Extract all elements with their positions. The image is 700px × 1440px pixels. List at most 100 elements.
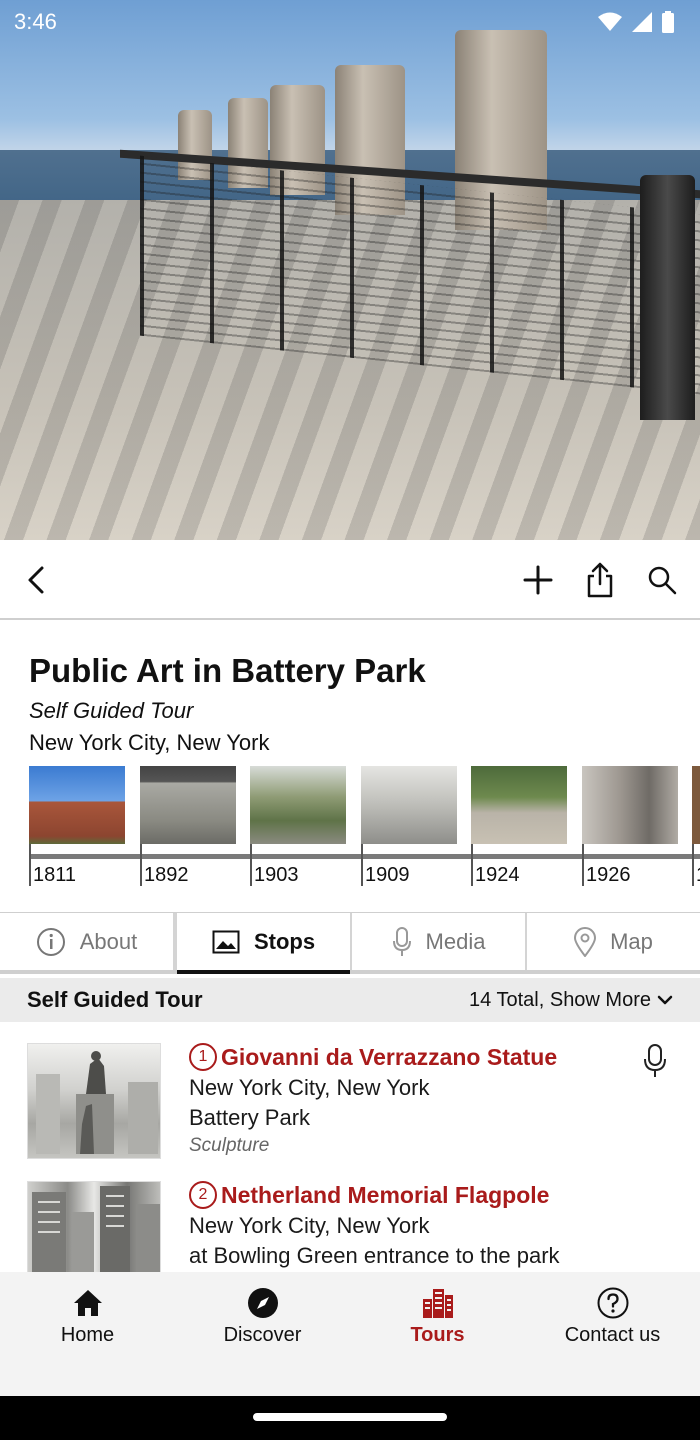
timeline-item[interactable]: 1811	[29, 766, 125, 886]
show-more-label: 14 Total, Show More	[469, 988, 651, 1011]
timeline-tick	[582, 844, 584, 886]
tab-label: Stops	[253, 928, 316, 954]
timeline-year: 1903	[254, 864, 299, 886]
share-icon	[587, 562, 613, 598]
statue-illustration	[36, 1051, 158, 1154]
back-button[interactable]	[20, 562, 56, 598]
timeline-thumbnail	[692, 766, 700, 844]
stop-title-text: Giovanni da Verrazzano Statue	[221, 1043, 558, 1070]
timeline-item[interactable]: 1926	[582, 766, 678, 886]
tab-label: Media	[425, 928, 486, 954]
tab-stops[interactable]: Stops	[175, 913, 352, 974]
nav-tours[interactable]: Tours	[350, 1272, 525, 1396]
nav-home[interactable]: Home	[0, 1272, 175, 1396]
timeline-tick	[250, 844, 252, 886]
timeline-thumbnail	[471, 766, 567, 844]
tab-label: About	[79, 928, 138, 954]
tab-media[interactable]: Media	[352, 913, 527, 970]
timeline-tick	[29, 844, 31, 886]
home-indicator[interactable]	[253, 1413, 447, 1421]
timeline-thumbnail	[361, 766, 457, 844]
timeline-year: 1926	[586, 864, 631, 886]
add-button[interactable]	[518, 560, 558, 600]
tab-map[interactable]: Map	[527, 913, 700, 970]
tour-type: Self Guided Tour	[29, 698, 194, 723]
image-icon	[212, 930, 240, 953]
page-title: Public Art in Battery Park	[29, 652, 426, 689]
stop-details: 1 Giovanni da Verrazzano Statue New York…	[189, 1043, 629, 1157]
timeline-item[interactable]: 1924	[471, 766, 567, 886]
stop-place: Battery Park	[189, 1105, 311, 1130]
search-button[interactable]	[642, 560, 682, 600]
hero-post	[640, 175, 695, 420]
status-time: 3:46	[14, 9, 57, 34]
stop-category: Sculpture	[189, 1135, 270, 1156]
stop-title[interactable]: 1 Giovanni da Verrazzano Statue	[189, 1043, 629, 1071]
plus-icon	[523, 565, 553, 595]
nav-label: Tours	[410, 1324, 465, 1346]
stop-title-text: Netherland Memorial Flagpole	[221, 1181, 550, 1208]
microphone-icon	[392, 926, 411, 956]
stop-details: 2 Netherland Memorial Flagpole New York …	[189, 1181, 629, 1269]
timeline-year: 1892	[144, 864, 189, 886]
nav-discover[interactable]: Discover	[175, 1272, 350, 1396]
tour-header: Public Art in Battery Park Self Guided T…	[29, 652, 679, 756]
section-header: Self Guided Tour 14 Total, Show More	[0, 978, 700, 1022]
timeline-year: 1811	[33, 864, 77, 886]
tour-location: New York City, New York	[29, 730, 270, 755]
map-pin-icon	[574, 926, 597, 957]
timeline-thumbnail	[582, 766, 678, 844]
timeline-year: 1	[696, 864, 700, 886]
nav-label: Home	[60, 1324, 115, 1346]
stop-place: at Bowling Green entrance to the park	[189, 1243, 560, 1268]
back-arrow-icon	[28, 566, 44, 594]
info-icon	[36, 927, 65, 956]
stop-title[interactable]: 2 Netherland Memorial Flagpole	[189, 1181, 629, 1209]
timeline-item[interactable]: 1892	[140, 766, 236, 886]
timeline-tick	[692, 844, 694, 886]
timeline-thumbnail	[29, 766, 125, 844]
nav-label: Contact us	[564, 1324, 661, 1346]
nav-label: Discover	[223, 1324, 302, 1346]
microphone-icon	[644, 1044, 666, 1077]
section-title: Self Guided Tour	[27, 987, 203, 1012]
stop-thumbnail	[27, 1181, 161, 1272]
hero-image	[0, 0, 700, 540]
wifi-icon	[598, 12, 622, 31]
stop-city: New York City, New York	[189, 1075, 430, 1100]
toolbar	[0, 540, 700, 620]
timeline[interactable]: 1811 1892 1903 1909 1924 1926 1	[29, 766, 700, 886]
timeline-item[interactable]: 1	[692, 766, 700, 886]
timeline-tick	[140, 844, 142, 886]
stop-number-badge: 1	[189, 1043, 217, 1071]
share-button[interactable]	[580, 560, 620, 600]
tab-bar: About Stops Media Map	[0, 912, 700, 974]
toolbar-actions	[518, 560, 682, 600]
battery-icon	[662, 11, 674, 33]
tab-about[interactable]: About	[0, 913, 175, 970]
tab-label: Map	[610, 928, 653, 954]
gesture-bar	[0, 1396, 700, 1440]
timeline-item[interactable]: 1903	[250, 766, 346, 886]
show-more-button[interactable]: 14 Total, Show More	[469, 989, 673, 1012]
home-icon	[71, 1286, 105, 1320]
city-icon	[421, 1286, 455, 1320]
timeline-tick	[471, 844, 473, 886]
signal-icon	[632, 12, 652, 32]
list-item[interactable]: 2 Netherland Memorial Flagpole New York …	[0, 1181, 700, 1272]
audio-button[interactable]	[642, 1043, 668, 1079]
nav-contact[interactable]: Contact us	[525, 1272, 700, 1396]
search-icon	[648, 566, 677, 595]
help-icon	[596, 1286, 630, 1320]
stop-city: New York City, New York	[189, 1213, 430, 1238]
status-icons	[598, 11, 674, 33]
timeline-item[interactable]: 1909	[361, 766, 457, 886]
timeline-thumbnail	[250, 766, 346, 844]
timeline-thumbnail	[140, 766, 236, 844]
list-item[interactable]: 1 Giovanni da Verrazzano Statue New York…	[0, 1043, 700, 1163]
bottom-nav: Home Discover Tours Contact us	[0, 1272, 700, 1396]
chevron-down-icon	[657, 995, 673, 1005]
timeline-year: 1924	[475, 864, 520, 886]
stop-number-badge: 2	[189, 1181, 217, 1209]
timeline-year: 1909	[365, 864, 410, 886]
